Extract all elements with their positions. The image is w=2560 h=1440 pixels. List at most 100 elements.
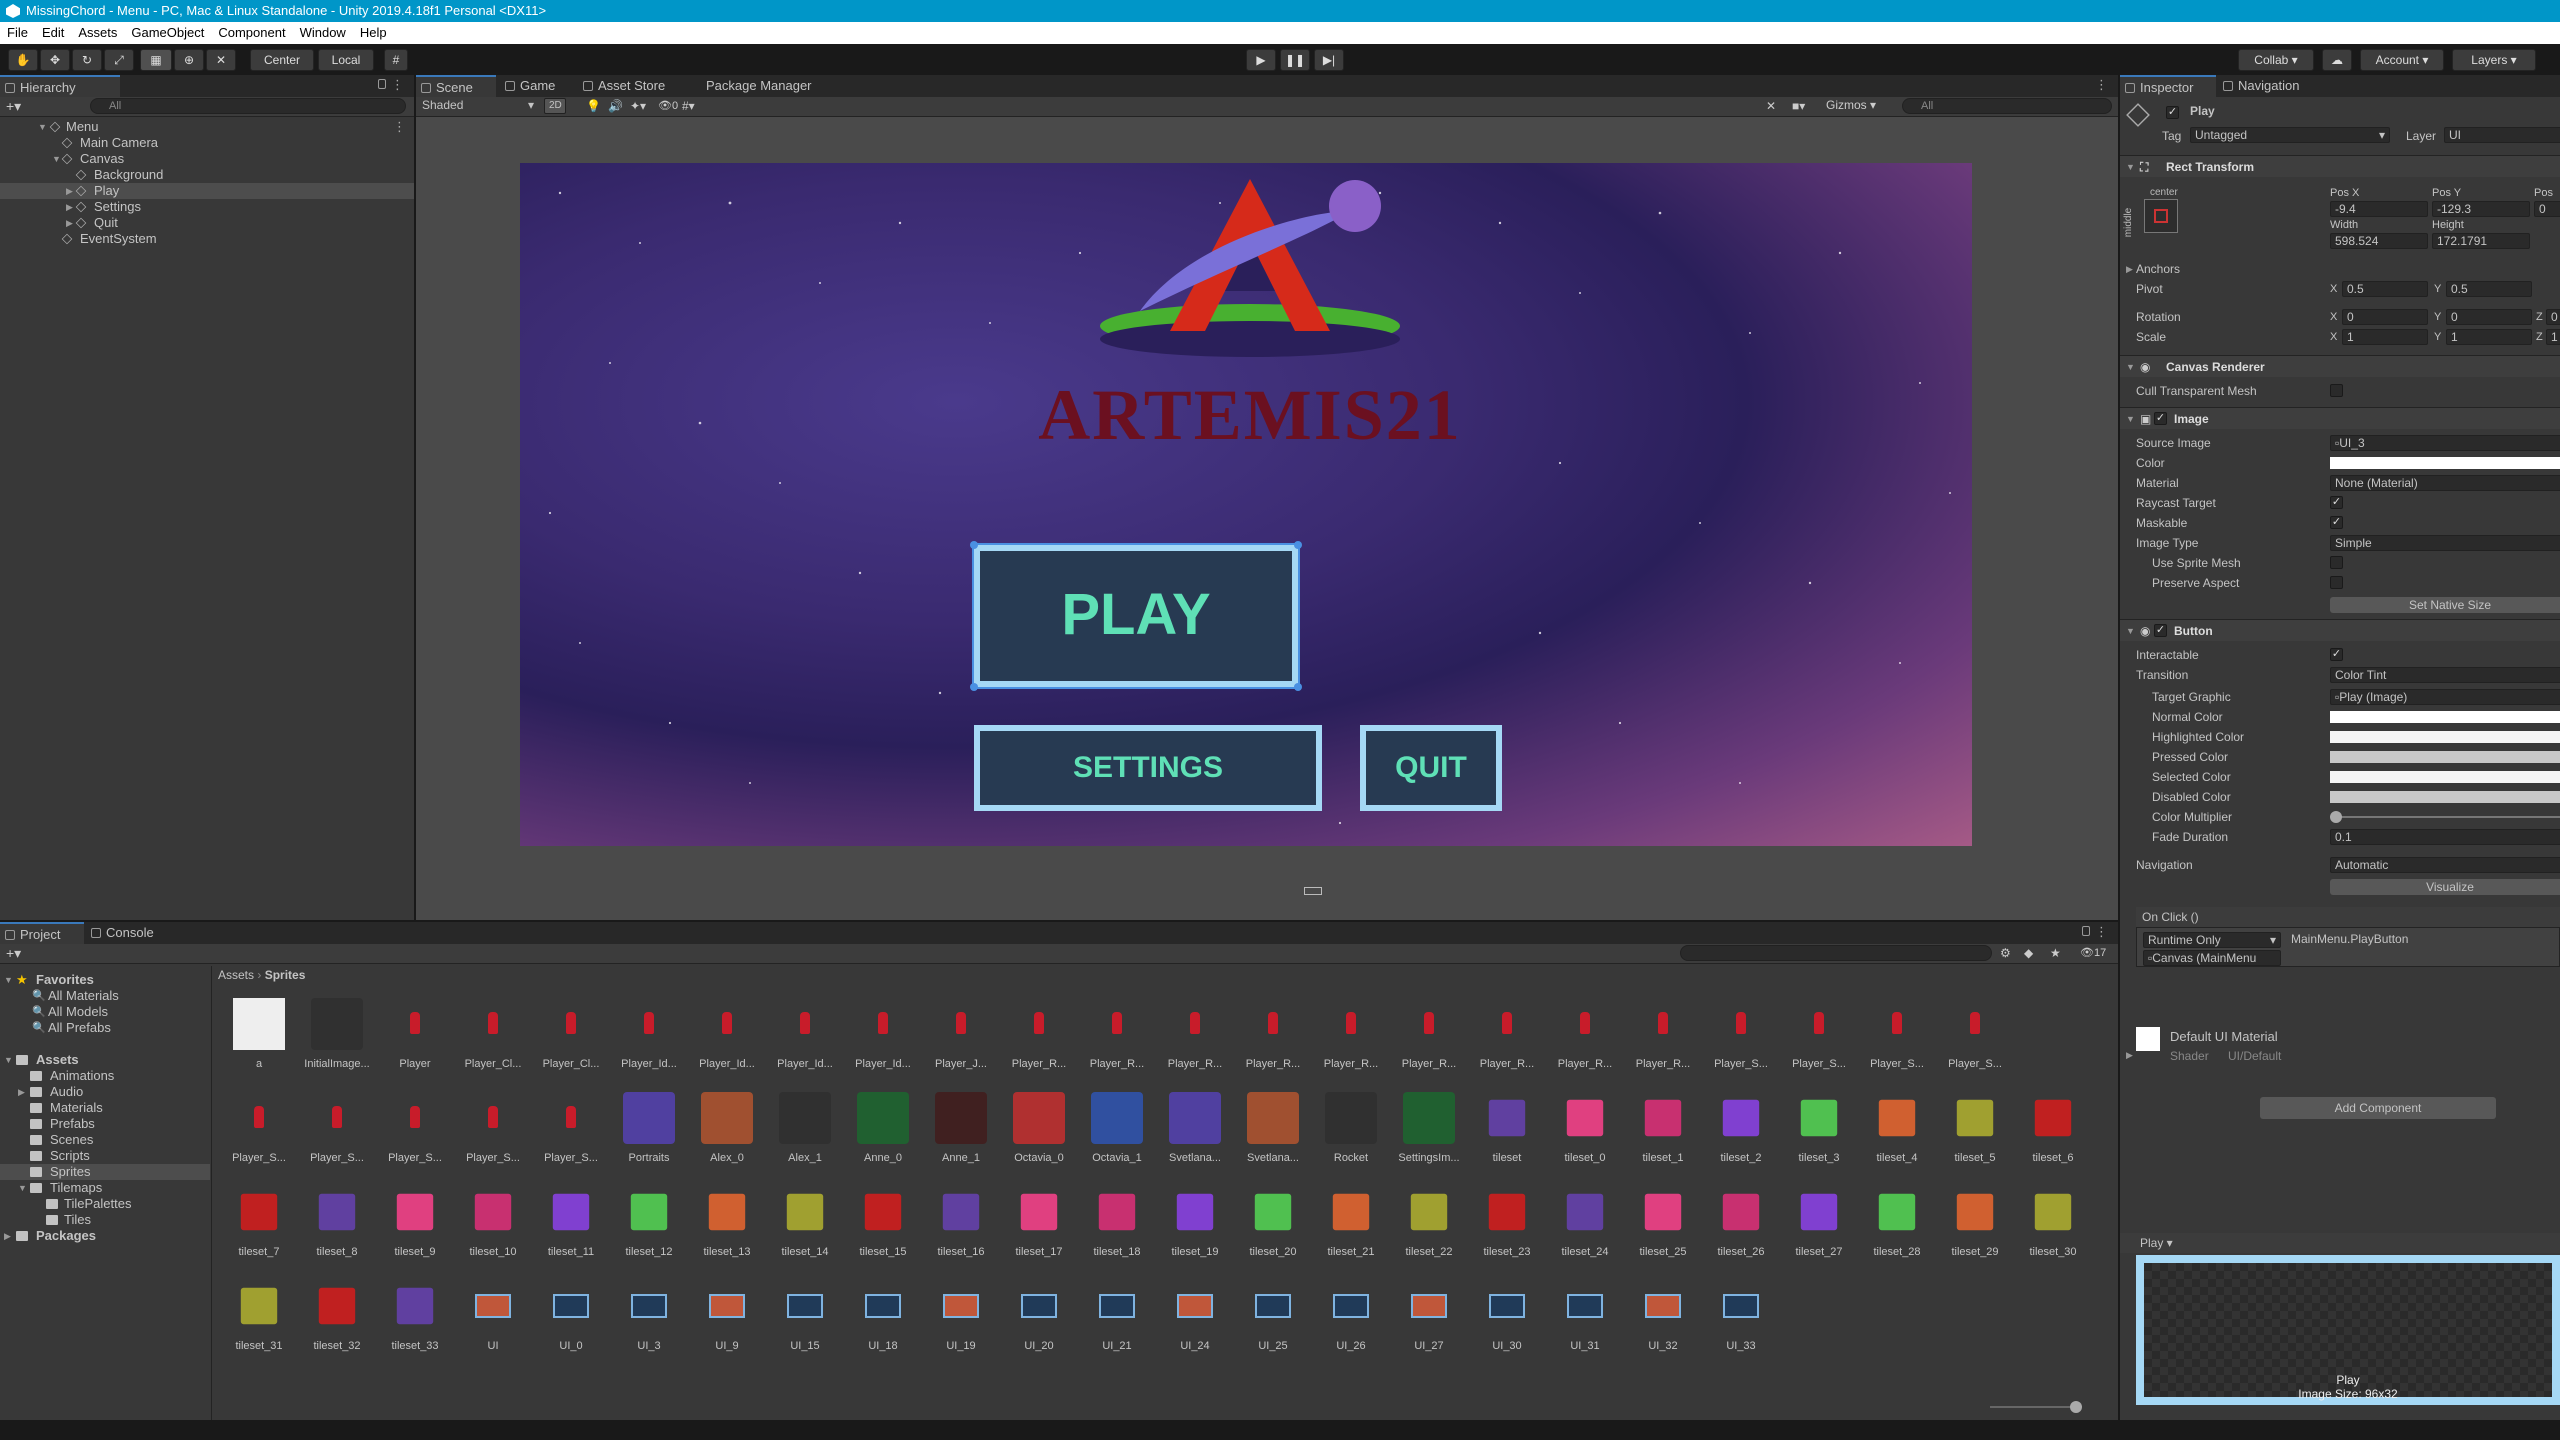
folder-scripts[interactable]: Scripts [0,1148,210,1164]
raycast-checkbox[interactable]: ✓ [2330,496,2343,509]
asset-item[interactable]: Player_R... [1000,990,1078,1082]
asset-item[interactable]: tileset_22 [1390,1178,1468,1270]
interactable-checkbox[interactable]: ✓ [2330,648,2343,661]
asset-item[interactable]: Anne_0 [844,1084,922,1176]
menu-file[interactable]: File [0,22,35,44]
asset-item[interactable]: tileset_20 [1234,1178,1312,1270]
folder-materials[interactable]: Materials [0,1100,210,1116]
rotation-z-field[interactable]: 0 [2546,309,2560,325]
asset-item[interactable]: UI_9 [688,1272,766,1364]
asset-item[interactable]: Player_S... [1780,990,1858,1082]
asset-item[interactable]: InitialImage... [298,990,376,1082]
asset-item[interactable]: Portraits [610,1084,688,1176]
asset-item[interactable]: tileset_13 [688,1178,766,1270]
color-multiplier-thumb[interactable] [2330,811,2342,823]
asset-item[interactable]: Alex_0 [688,1084,766,1176]
fade-duration-field[interactable]: 0.1 [2330,829,2560,845]
asset-item[interactable]: Player_R... [1078,990,1156,1082]
asset-item[interactable]: Player_S... [220,1084,298,1176]
expand-arrow-icon[interactable]: ▼ [2126,620,2135,642]
visualize-button[interactable]: Visualize [2330,879,2560,895]
rect-handle[interactable] [970,541,978,549]
layer-dropdown[interactable]: UI [2444,127,2560,143]
audio-icon[interactable]: 🔊 [608,99,623,113]
asset-item[interactable]: tileset_33 [376,1272,454,1364]
expand-arrow-icon[interactable]: ▼ [2126,408,2135,430]
selected-color-swatch[interactable] [2330,771,2560,783]
asset-item[interactable]: UI_18 [844,1272,922,1364]
asset-item[interactable]: Player_R... [1546,990,1624,1082]
asset-item[interactable]: Player_Id... [610,990,688,1082]
asset-item[interactable]: tileset_29 [1936,1178,2014,1270]
menu-window[interactable]: Window [293,22,353,44]
pivot-y-field[interactable]: 0.5 [2446,281,2532,297]
maskable-checkbox[interactable]: ✓ [2330,516,2343,529]
custom-tool-icon[interactable]: ✕ [206,49,236,71]
posx-field[interactable]: -9.4 [2330,201,2428,217]
hierarchy-item-play[interactable]: ▶ Play [0,183,414,199]
asset-item[interactable]: UI_30 [1468,1272,1546,1364]
step-icon[interactable]: ▶| [1314,49,1344,71]
asset-item[interactable]: UI_0 [532,1272,610,1364]
object-name-field[interactable]: Play [2186,104,2560,120]
collapse-arrow-icon[interactable]: ▶ [66,199,73,215]
folder-scenes[interactable]: Scenes [0,1132,210,1148]
asset-item[interactable]: tileset_1 [1624,1084,1702,1176]
asset-item[interactable]: Player_R... [1624,990,1702,1082]
rect-tool-icon[interactable]: ▦ [140,49,172,71]
height-field[interactable]: 172.1791 [2432,233,2530,249]
collab-button[interactable]: Collab ▾ [2238,49,2314,71]
asset-item[interactable]: tileset_14 [766,1178,844,1270]
asset-item[interactable]: Player_Cl... [454,990,532,1082]
pivot-local-button[interactable]: Local [318,49,374,71]
menu-component[interactable]: Component [211,22,292,44]
asset-item[interactable]: Alex_1 [766,1084,844,1176]
asset-item[interactable]: Player_J... [922,990,1000,1082]
collapse-arrow-icon[interactable]: ▶ [2126,1050,2133,1061]
transition-dropdown[interactable]: Color Tint [2330,667,2560,683]
tab-scene[interactable]: Scene [416,75,496,97]
collapse-arrow-icon[interactable]: ▶ [4,1228,11,1244]
rotation-x-field[interactable]: 0 [2342,309,2428,325]
rect-transform-header[interactable]: ▼ ⛶ Rect Transform [2120,155,2560,177]
transform-tool-icon[interactable]: ⊕ [174,49,204,71]
menu-edit[interactable]: Edit [35,22,71,44]
expand-arrow-icon[interactable]: ▼ [52,151,61,167]
menu-help[interactable]: Help [353,22,394,44]
play-button[interactable]: PLAY [972,543,1300,689]
pause-icon[interactable]: ❚❚ [1280,49,1310,71]
asset-item[interactable]: tileset_7 [220,1178,298,1270]
menu-gameobject[interactable]: GameObject [124,22,211,44]
asset-item[interactable]: Player_S... [1936,990,2014,1082]
highlighted-color-swatch[interactable] [2330,731,2560,743]
pivot-x-field[interactable]: 0.5 [2342,281,2428,297]
assets-folder[interactable]: ▼ Assets [0,1052,210,1068]
folder-prefabs[interactable]: Prefabs [0,1116,210,1132]
tab-game[interactable]: Game [500,75,580,97]
button-enabled-checkbox[interactable]: ✓ [2154,624,2167,637]
expand-arrow-icon[interactable]: ▼ [38,119,47,135]
scene-viewport[interactable]: ARTEMIS21 PLAY SETTINGS QUIT [416,117,2118,920]
asset-item[interactable]: tileset_8 [298,1178,376,1270]
collapse-arrow-icon[interactable]: ▶ [2126,259,2133,279]
disabled-color-swatch[interactable] [2330,791,2560,803]
asset-item[interactable]: Player_S... [1858,990,1936,1082]
tab-hierarchy[interactable]: Hierarchy [0,75,120,97]
collapse-arrow-icon[interactable]: ▶ [66,183,73,199]
pivot-center-button[interactable]: Center [250,49,314,71]
folder-audio[interactable]: ▶ Audio [0,1084,210,1100]
expand-arrow-icon[interactable]: ▼ [4,972,13,988]
asset-item[interactable]: Player [376,990,454,1082]
hierarchy-item-main-camera[interactable]: Main Camera [0,135,414,151]
hierarchy-item-quit[interactable]: ▶ Quit [0,215,414,231]
asset-item[interactable]: Player_S... [454,1084,532,1176]
asset-item[interactable]: tileset_5 [1936,1084,2014,1176]
asset-item[interactable]: Svetlana... [1234,1084,1312,1176]
asset-item[interactable]: UI_24 [1156,1272,1234,1364]
scale-tool-icon[interactable]: ⤢ [104,49,134,71]
tab-inspector[interactable]: Inspector [2120,75,2216,97]
asset-item[interactable]: Octavia_0 [1000,1084,1078,1176]
button-component-header[interactable]: ▼ ◉ ✓ Button [2120,619,2560,641]
folder-tilemaps[interactable]: ▼ Tilemaps [0,1180,210,1196]
search-by-type-icon[interactable]: ⚙ [2000,946,2011,960]
